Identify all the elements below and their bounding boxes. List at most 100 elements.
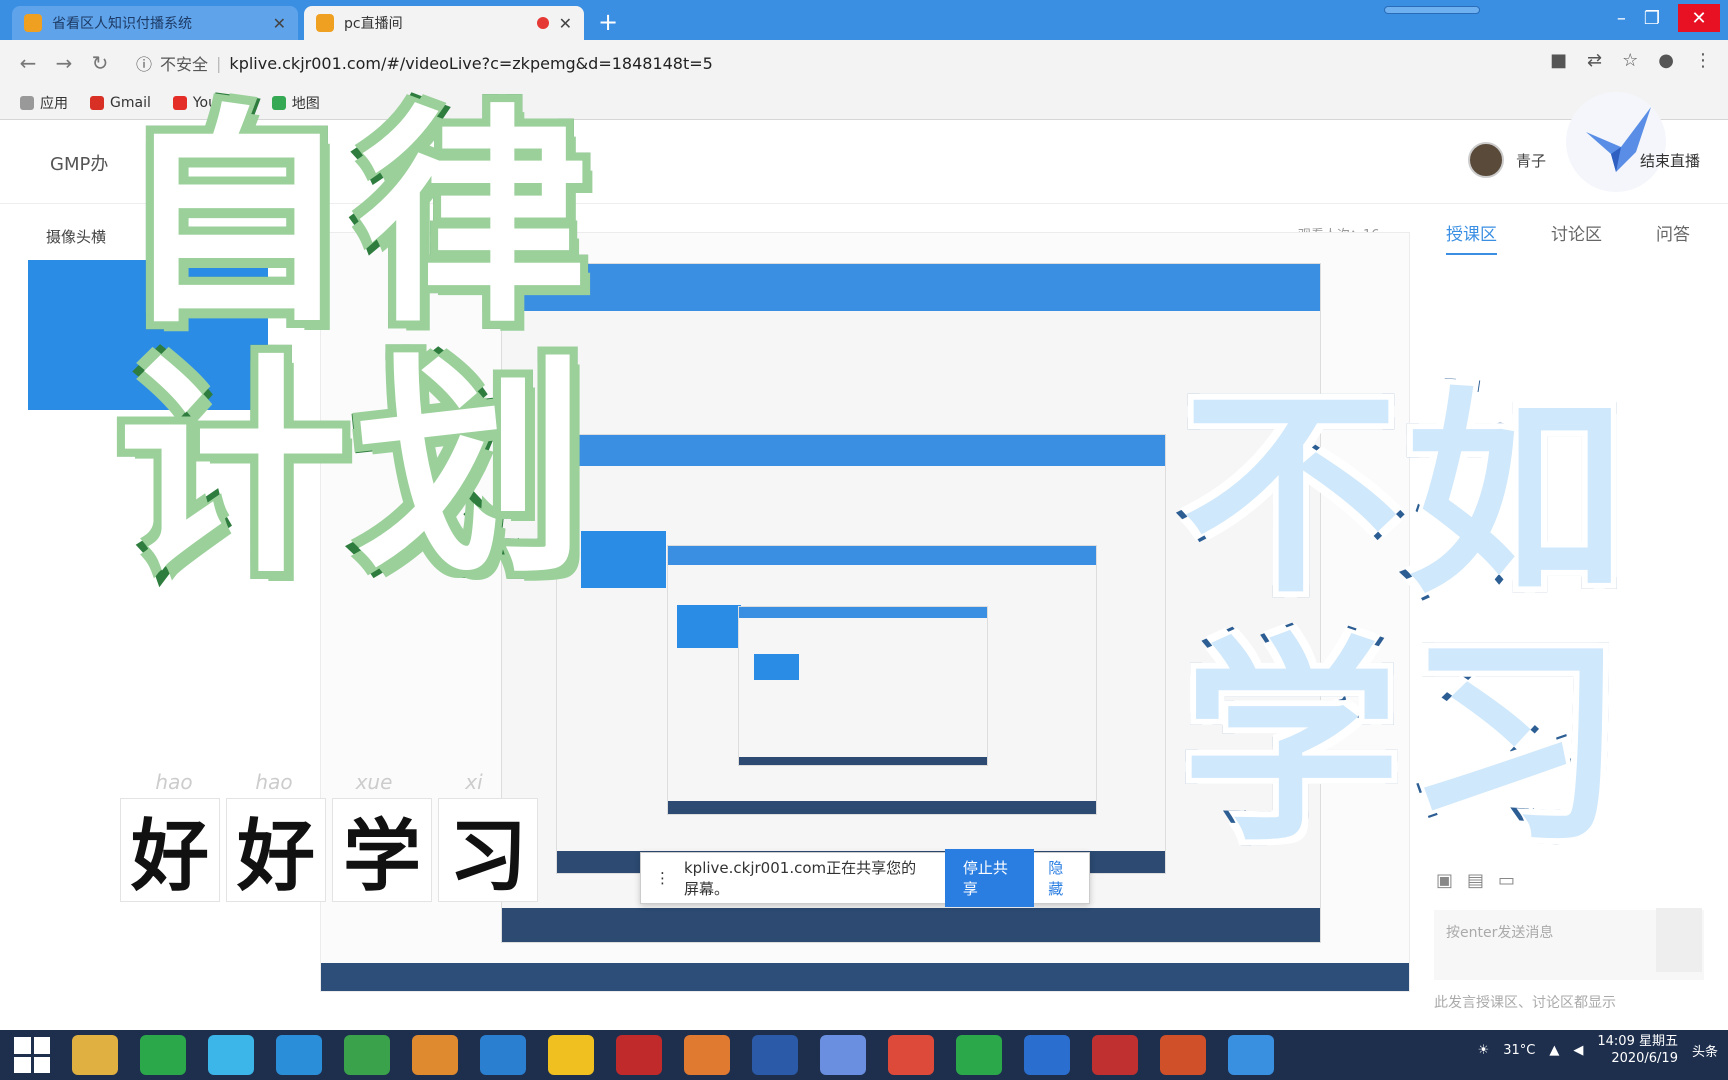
hide-button[interactable]: 隐藏: [1048, 857, 1075, 899]
excel-icon[interactable]: [344, 1035, 390, 1075]
chrome-icon[interactable]: [888, 1035, 934, 1075]
bookmark-apps[interactable]: 应用: [20, 93, 68, 113]
hanzi-cell: 习: [438, 798, 538, 902]
powerpoint-icon[interactable]: [1160, 1035, 1206, 1075]
mirror-level-4: [738, 606, 988, 766]
pen-icon[interactable]: [1228, 1035, 1274, 1075]
share-notice-text: kplive.ckjr001.com正在共享您的屏幕。: [684, 859, 917, 898]
browser-toolbar: ← → ↻ ⓘ 不安全 | kplive.ckjr001.com/#/video…: [0, 40, 1728, 86]
menu-icon[interactable]: ⋮: [1694, 50, 1712, 71]
forward-icon[interactable]: →: [46, 51, 82, 75]
pinyin-row: hao hao xue xi: [124, 770, 524, 794]
hanzi-cell: 好: [226, 798, 326, 902]
pinyin: xi: [465, 770, 483, 794]
hot-news-icon[interactable]: [1092, 1035, 1138, 1075]
stop-share-button[interactable]: 停止共享: [944, 849, 1035, 907]
file-explorer-icon[interactable]: [72, 1035, 118, 1075]
clock[interactable]: 14:09 星期五 2020/6/19: [1597, 1034, 1678, 1068]
news-badge[interactable]: 头条: [1692, 1041, 1718, 1060]
store-icon[interactable]: [140, 1035, 186, 1075]
site-name: GMP办: [50, 154, 109, 175]
minimize-icon[interactable]: –: [1617, 8, 1626, 29]
mirror-level-2: [556, 434, 1166, 874]
user-info[interactable]: 青子: [1468, 142, 1546, 178]
bird-logo-icon: [1566, 92, 1666, 192]
tab-strip: 省看区人知识付播系统 ✕ pc直播间 ✕ + – ❐ ✕: [0, 0, 1728, 40]
share-notice: ⋮ kplive.ckjr001.com正在共享您的屏幕。 停止共享 隐藏: [640, 849, 1090, 907]
drag-handle-icon[interactable]: ⋮: [655, 869, 670, 887]
music-icon[interactable]: [548, 1035, 594, 1075]
overlay-title-line2: 计划: [110, 337, 595, 604]
close-window-button[interactable]: ✕: [1678, 4, 1720, 32]
end-live-button[interactable]: 结束直播: [1640, 150, 1700, 171]
window-slider: [1384, 6, 1480, 14]
hanzi-cell: 学: [332, 798, 432, 902]
netease-music-icon[interactable]: [616, 1035, 662, 1075]
network-icon[interactable]: ▲: [1549, 1043, 1559, 1058]
recording-icon: [536, 17, 549, 29]
hanzi-cell: 好: [120, 798, 220, 902]
game-icon[interactable]: [412, 1035, 458, 1075]
windows-taskbar: ☀ 31°C ▲ ◀ 14:09 星期五 2020/6/19 头条: [0, 1030, 1728, 1080]
tab-lecture-area[interactable]: 授课区: [1446, 220, 1497, 255]
apps-grid-icon: [20, 95, 34, 110]
pinyin: hao: [255, 770, 293, 794]
overlay-subtitle-line1: 不如: [1176, 370, 1630, 623]
wechat-icon[interactable]: [956, 1035, 1002, 1075]
site-favicon-icon: [316, 14, 334, 32]
overlay-subtitle-line2: 学习: [1176, 618, 1630, 871]
gift-icon[interactable]: ▣: [1436, 870, 1453, 891]
tab-discussion[interactable]: 讨论区: [1551, 220, 1602, 255]
app-icon[interactable]: [1024, 1035, 1070, 1075]
firefox-icon[interactable]: [684, 1035, 730, 1075]
chat-toolbar: ▣ ▤ ▭: [1436, 870, 1515, 891]
system-tray: ☀ 31°C ▲ ◀ 14:09 星期五 2020/6/19 头条: [1478, 1034, 1718, 1068]
profile-icon[interactable]: ●: [1658, 50, 1674, 71]
overlay-title-line1: 自律: [112, 87, 597, 354]
url-text: kplive.ckjr001.com/#/videoLive?c=zkpemg&…: [229, 53, 713, 73]
tab-live-room[interactable]: pc直播间 ✕: [304, 6, 584, 40]
sogou-icon[interactable]: [480, 1035, 526, 1075]
start-button[interactable]: [14, 1037, 50, 1073]
mirror-level-3: [667, 545, 1097, 815]
info-icon: ⓘ: [136, 55, 153, 74]
mirrored-taskbar: [321, 963, 1409, 991]
toolbar-actions: ■ ⇄ ☆ ● ⋮: [1550, 50, 1712, 71]
close-icon[interactable]: ✕: [559, 14, 572, 33]
translate-icon[interactable]: ⇄: [1587, 50, 1602, 71]
avatar: [1468, 142, 1504, 178]
image-icon[interactable]: ▤: [1467, 870, 1484, 891]
volume-icon[interactable]: ◀: [1573, 1043, 1583, 1058]
reload-icon[interactable]: ↻: [82, 51, 118, 75]
new-tab-button[interactable]: +: [598, 8, 618, 36]
close-icon[interactable]: ✕: [273, 14, 286, 33]
weather-icon: ☀: [1477, 1043, 1490, 1059]
camera-label: 摄像头横: [46, 228, 107, 246]
pinyin: xue: [355, 770, 393, 794]
restore-icon[interactable]: ❐: [1644, 8, 1660, 29]
hanzi-row: 好 好 学 习: [120, 798, 538, 902]
window-controls: – ❐ ✕: [1617, 4, 1720, 32]
chat-hint: 此发言授课区、讨论区都显示: [1434, 995, 1616, 1011]
media-player-icon[interactable]: [208, 1035, 254, 1075]
bird-app-icon[interactable]: [820, 1035, 866, 1075]
tab-title: pc直播间: [344, 16, 403, 32]
word-icon[interactable]: [752, 1035, 798, 1075]
qq-browser-icon[interactable]: [276, 1035, 322, 1075]
back-icon[interactable]: ←: [10, 51, 46, 75]
tab-title: 省看区人知识付播系统: [52, 16, 192, 32]
weather-temp: 31°C: [1503, 1043, 1536, 1059]
site-favicon-icon: [24, 14, 42, 32]
camera-icon[interactable]: ■: [1550, 50, 1567, 71]
address-bar[interactable]: ⓘ 不安全 | kplive.ckjr001.com/#/videoLive?c…: [136, 46, 1516, 80]
pinyin: hao: [155, 770, 193, 794]
gmail-icon: [90, 95, 104, 110]
right-tab-bar: 授课区 讨论区 问答: [1446, 220, 1690, 255]
user-name: 青子: [1516, 151, 1547, 170]
star-icon[interactable]: ☆: [1622, 50, 1638, 71]
tab-knowledge-system[interactable]: 省看区人知识付播系统 ✕: [12, 6, 298, 40]
folder-icon[interactable]: ▭: [1498, 870, 1515, 891]
tab-qa[interactable]: 问答: [1656, 220, 1690, 255]
security-label: 不安全: [160, 55, 209, 74]
send-button[interactable]: [1656, 908, 1702, 972]
